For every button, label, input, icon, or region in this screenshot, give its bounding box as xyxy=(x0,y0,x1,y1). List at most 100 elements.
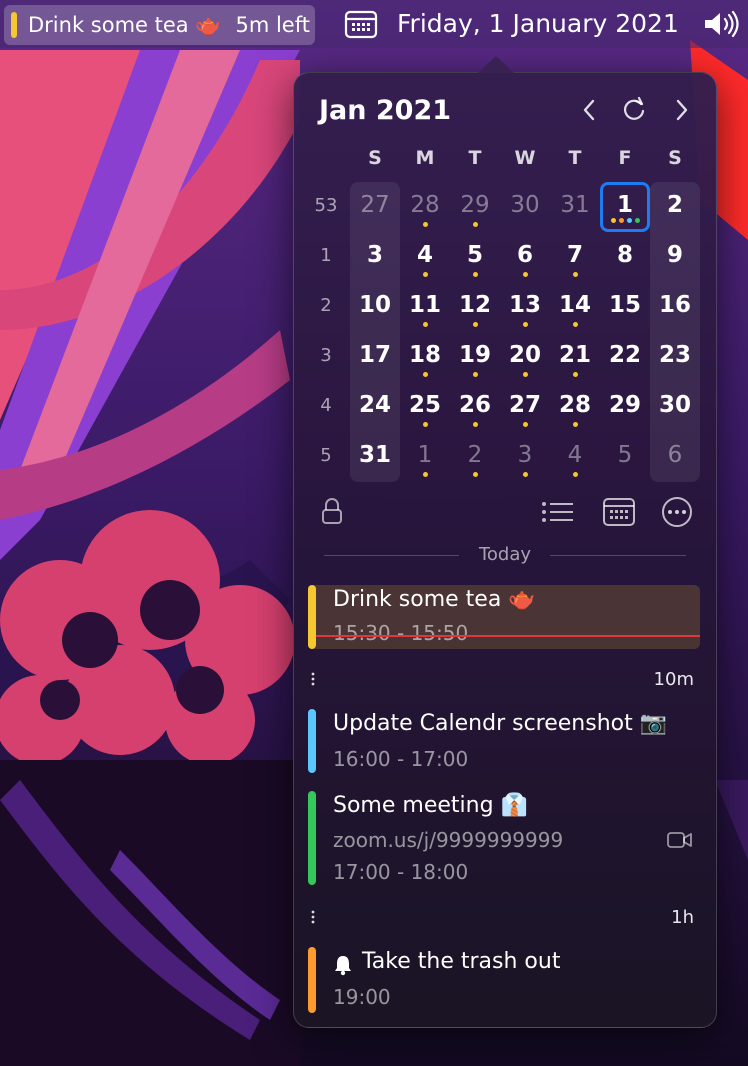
volume-icon[interactable] xyxy=(703,10,741,38)
event-dot xyxy=(472,422,478,427)
week-number: 5 xyxy=(320,445,332,466)
calendar-day[interactable]: 28 xyxy=(550,382,600,432)
calendar-day[interactable]: 2 xyxy=(650,182,700,232)
weekday-header: M xyxy=(415,147,435,169)
calendar-day[interactable]: 14 xyxy=(550,282,600,332)
event-dots xyxy=(450,372,500,378)
ellipsis-circle-icon[interactable] xyxy=(660,495,694,529)
event-dot xyxy=(572,322,578,327)
calendar-day[interactable]: 5 xyxy=(600,432,650,482)
calendar-day[interactable]: 30 xyxy=(500,182,550,232)
calendar-icon[interactable] xyxy=(344,9,378,39)
event-dots xyxy=(400,372,450,378)
calendar-day[interactable]: 23 xyxy=(650,332,700,382)
event-time: 15:30 - 15:50 xyxy=(333,621,469,645)
calendar-day[interactable]: 18 xyxy=(400,332,450,382)
event-title: Drink some tea 🫖 xyxy=(333,587,536,612)
event-dots xyxy=(400,472,450,478)
calendar-day[interactable]: 19 xyxy=(450,332,500,382)
calendar-day[interactable]: 1 xyxy=(400,432,450,482)
list-icon[interactable] xyxy=(540,495,576,529)
event-dots xyxy=(600,372,650,378)
calendar-day[interactable]: 28 xyxy=(400,182,450,232)
event-title: Some meeting 👔 xyxy=(333,793,528,818)
event-item[interactable]: Update Calendr screenshot 📷 16:00 - 17:0… xyxy=(308,709,700,773)
vertical-ellipsis-icon xyxy=(311,672,315,686)
calendar-day[interactable]: 12 xyxy=(450,282,500,332)
event-dots xyxy=(450,272,500,278)
calendar-day[interactable]: 16 xyxy=(650,282,700,332)
week-number: 1 xyxy=(320,245,332,266)
event-dot xyxy=(422,372,428,377)
event-dots xyxy=(600,422,650,428)
refresh-icon[interactable] xyxy=(619,95,649,125)
event-dots xyxy=(650,472,700,478)
calendar-day-today[interactable]: 1 xyxy=(600,182,650,232)
chevron-left-icon[interactable] xyxy=(575,95,605,125)
event-dots xyxy=(500,372,550,378)
menubar-next-event[interactable]: Drink some tea 🫖 5m left xyxy=(4,5,315,45)
calendar-day[interactable]: 7 xyxy=(550,232,600,282)
calendar-day[interactable]: 25 xyxy=(400,382,450,432)
event-dots xyxy=(550,422,600,428)
calendar-day[interactable]: 2 xyxy=(450,432,500,482)
vertical-ellipsis-icon xyxy=(311,910,315,924)
calendar-day[interactable]: 6 xyxy=(500,232,550,282)
calendar-day[interactable]: 9 xyxy=(650,232,700,282)
video-camera-icon[interactable] xyxy=(667,831,693,849)
event-title: Take the trash out xyxy=(362,949,561,974)
calendar-day[interactable]: 3 xyxy=(500,432,550,482)
calendar-day[interactable]: 5 xyxy=(450,232,500,282)
calendar-day[interactable]: 20 xyxy=(500,332,550,382)
calendar-day[interactable]: 15 xyxy=(600,282,650,332)
event-item[interactable]: Some meeting 👔 zoom.us/j/9999999999 17:0… xyxy=(308,791,700,885)
week-number: 53 xyxy=(314,195,338,216)
calendar-day[interactable]: 26 xyxy=(450,382,500,432)
calendar-day[interactable]: 27 xyxy=(350,182,400,232)
event-dot xyxy=(522,272,528,277)
weekday-header: T xyxy=(468,147,482,169)
weekday-header: S xyxy=(668,147,682,169)
calendar-day[interactable]: 29 xyxy=(450,182,500,232)
calendar-day[interactable]: 31 xyxy=(550,182,600,232)
event-color-bar xyxy=(11,12,17,38)
event-dots xyxy=(550,472,600,478)
menubar-date[interactable]: Friday, 1 January 2021 xyxy=(397,7,679,41)
menubar-event-title: Drink some tea 🫖 xyxy=(28,12,222,37)
event-dots xyxy=(400,322,450,328)
calendar-day[interactable]: 24 xyxy=(350,382,400,432)
event-dot xyxy=(422,272,428,277)
calendar-day[interactable]: 10 xyxy=(350,282,400,332)
event-dot xyxy=(422,222,428,227)
calendar-day[interactable]: 4 xyxy=(550,432,600,482)
calendar-day[interactable]: 11 xyxy=(400,282,450,332)
calendar-grid-icon[interactable] xyxy=(602,495,636,529)
event-dots xyxy=(350,372,400,378)
calendar-day[interactable]: 29 xyxy=(600,382,650,432)
event-color-bar xyxy=(308,585,316,649)
calendar-day[interactable]: 21 xyxy=(550,332,600,382)
calendar-day[interactable]: 17 xyxy=(350,332,400,382)
calendar-day[interactable]: 30 xyxy=(650,382,700,432)
calendar-day[interactable]: 22 xyxy=(600,332,650,382)
calendar-day[interactable]: 4 xyxy=(400,232,450,282)
event-dot xyxy=(522,472,528,477)
event-dot xyxy=(572,422,578,427)
event-item[interactable]: Take the trash out 19:00 xyxy=(308,947,700,1013)
event-item[interactable]: Drink some tea 🫖 15:30 - 15:50 xyxy=(308,585,700,649)
chevron-right-icon[interactable] xyxy=(666,95,696,125)
event-dots xyxy=(500,472,550,478)
calendar-day[interactable]: 13 xyxy=(500,282,550,332)
calendar-day[interactable]: 31 xyxy=(350,432,400,482)
event-time: 16:00 - 17:00 xyxy=(333,747,469,771)
calendar-day[interactable]: 27 xyxy=(500,382,550,432)
event-link[interactable]: zoom.us/j/9999999999 xyxy=(333,828,563,852)
event-dot xyxy=(572,372,578,377)
calendar-day[interactable]: 6 xyxy=(650,432,700,482)
weekday-header: F xyxy=(618,147,632,169)
event-dots xyxy=(400,222,450,228)
event-dots xyxy=(600,272,650,278)
calendar-day[interactable]: 8 xyxy=(600,232,650,282)
calendar-day[interactable]: 3 xyxy=(350,232,400,282)
lock-icon[interactable] xyxy=(319,495,345,529)
